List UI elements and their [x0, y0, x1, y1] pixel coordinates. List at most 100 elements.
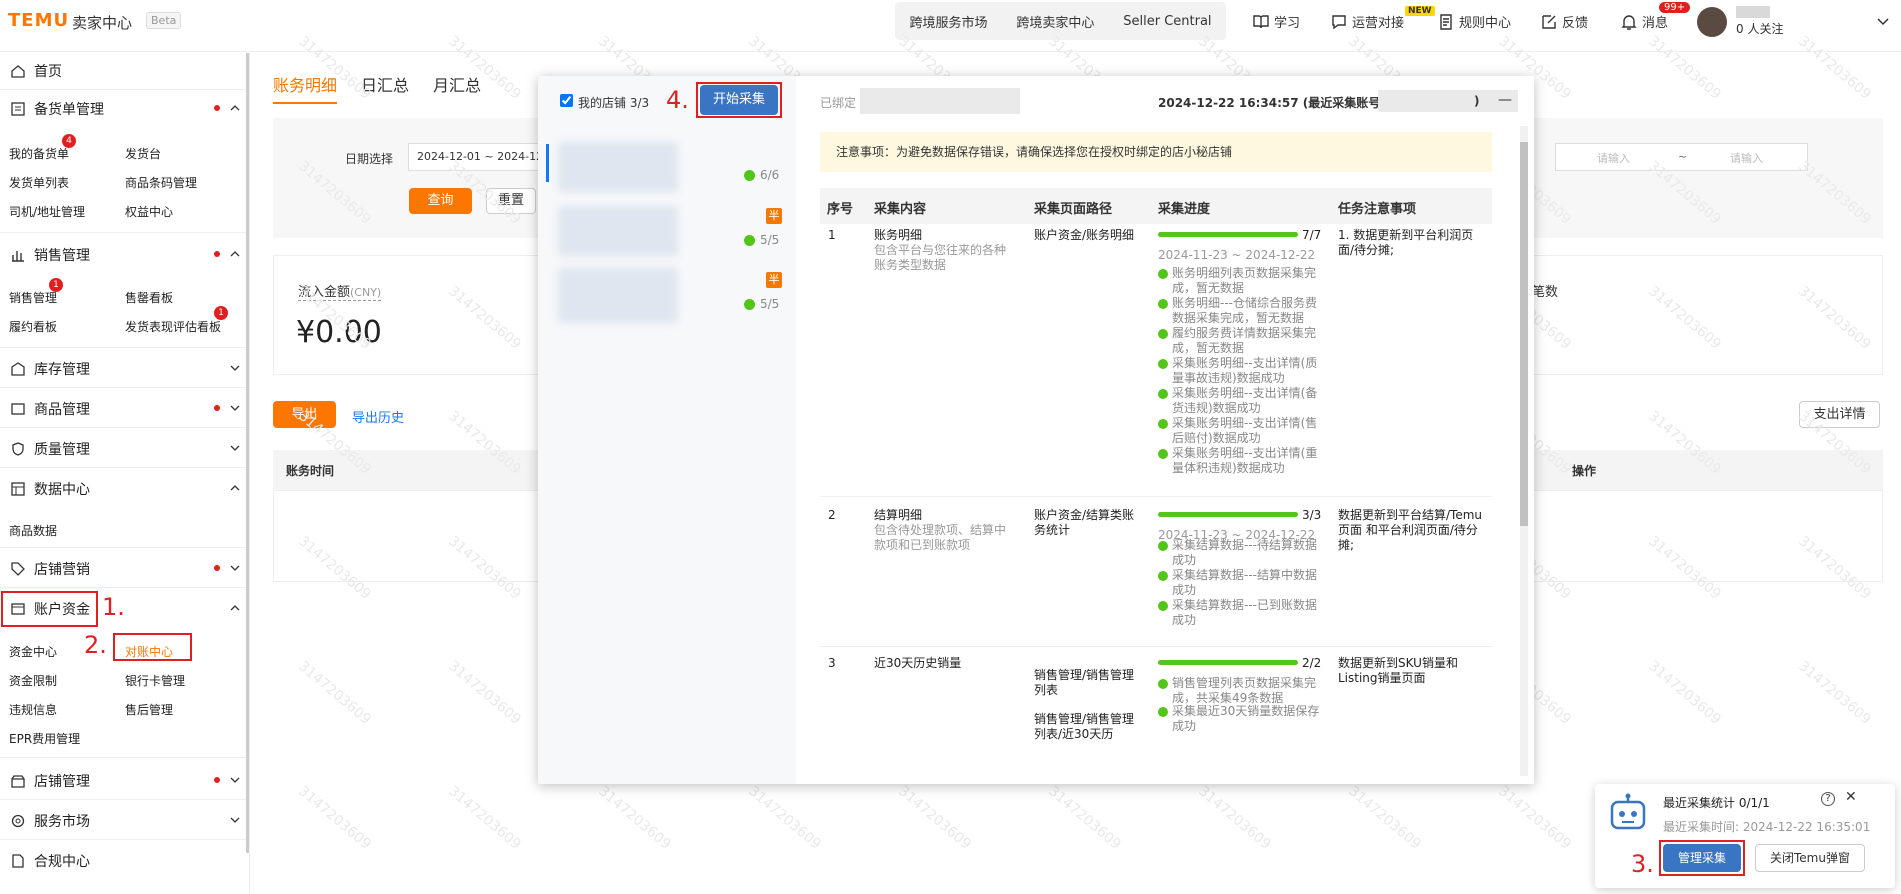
temu-logo[interactable]: TEMU [8, 10, 69, 31]
shop-redacted[interactable] [558, 268, 678, 323]
row-title: 结算明细 [874, 508, 923, 522]
link-seller-central[interactable]: Seller Central [1123, 14, 1211, 29]
sidebar-sub-sales[interactable]: 销售管理 [9, 289, 57, 306]
sidebar-sub-ship-eval[interactable]: 发货表现评估看板 [125, 318, 221, 335]
sidebar-scrollbar[interactable] [246, 53, 249, 853]
messages-link[interactable]: 消息 [1620, 12, 1668, 31]
sidebar-sub-epr[interactable]: EPR费用管理 [9, 730, 80, 747]
feedback-link[interactable]: 反馈 [1540, 12, 1588, 31]
sidebar-label: 合规中心 [34, 854, 90, 870]
reset-button[interactable]: 重置 [486, 188, 536, 214]
sidebar-item-home[interactable]: 首页 [0, 53, 246, 89]
collect-time: 2024-12-22 16:34:57 (最近采集账号: [1158, 96, 1386, 110]
alert-dot [214, 777, 220, 783]
annotation-4: 4. [666, 86, 689, 114]
start-collect-button[interactable]: 开始采集 [700, 85, 778, 115]
row-desc: 包含平台与您往来的各种账务类型数据 [874, 243, 1007, 272]
select-all-checkbox[interactable] [560, 94, 573, 107]
col-no: 序号 [827, 202, 854, 217]
manage-collect-button[interactable]: 管理采集 [1663, 844, 1741, 872]
collect-modal: 我的店铺 3/3 4. 开始采集 6/6 半 5/5 半 5/5 已绑定 202… [538, 76, 1534, 784]
step-item: 账务明细---仓储综合服务费数据采集完成，暂无数据 [1158, 296, 1326, 326]
ops-link[interactable]: 运营对接 [1330, 12, 1404, 31]
sidebar-item-goods[interactable]: 商品管理 [0, 391, 246, 427]
sidebar-item-data[interactable]: 数据中心 [0, 471, 246, 507]
sidebar-sub-goods-data[interactable]: 商品数据 [9, 522, 57, 539]
shop-redacted[interactable] [558, 206, 678, 256]
help-icon[interactable]: ? [1821, 792, 1835, 806]
chevron-down-icon [230, 777, 240, 783]
chevron-down-icon [230, 405, 240, 411]
sidebar-item-quality[interactable]: 质量管理 [0, 431, 246, 467]
modal-scroll-thumb[interactable] [1520, 142, 1528, 526]
highlight-box [113, 633, 192, 661]
close-icon[interactable]: ✕ [1845, 789, 1857, 805]
sidebar: 首页 备货单管理 我的备货单 4 发货台 发货单列表 商品条码管理 司机/地址管… [0, 53, 250, 894]
range-min-placeholder: 请输入 [1597, 152, 1630, 165]
export-button[interactable]: 导出 [273, 401, 336, 428]
sidebar-item-compliance[interactable]: 合规中心 [0, 843, 246, 879]
export-history-link[interactable]: 导出历史 [352, 407, 404, 426]
watermark-text: 3147203609 [895, 783, 974, 853]
sidebar-sub-violations[interactable]: 违规信息 [9, 701, 57, 718]
row-no: 1 [828, 228, 836, 242]
close-paren: ) [1474, 94, 1480, 108]
sidebar-sub-fund-limit[interactable]: 资金限制 [9, 672, 57, 689]
watermark-text: 3147203609 [1195, 783, 1274, 853]
col-notes: 任务注意事项 [1338, 202, 1417, 217]
tab-monthly[interactable]: 月汇总 [433, 72, 481, 96]
sidebar-sub-shipping-desk[interactable]: 发货台 [125, 145, 161, 162]
box-icon [10, 401, 26, 417]
study-label: 学习 [1274, 16, 1301, 31]
watermark-text: 3147203609 [295, 783, 374, 853]
chevron-down-icon[interactable] [1876, 14, 1890, 28]
avatar[interactable] [1697, 7, 1727, 37]
study-link[interactable]: 学习 [1252, 12, 1300, 31]
sidebar-item-shop[interactable]: 店铺管理 [0, 763, 246, 799]
step-item: 销售管理列表页数据采集完成，共采集49条数据 [1158, 676, 1326, 706]
sidebar-sub-aftersale[interactable]: 售后管理 [125, 701, 173, 718]
minimize-button[interactable]: — [1498, 92, 1512, 108]
watermark-text: 3147203609 [445, 658, 524, 728]
shop-redacted[interactable] [558, 142, 678, 192]
col-time: 账务时间 [286, 464, 335, 478]
query-button[interactable]: 查询 [409, 188, 472, 214]
sidebar-sub-soldout[interactable]: 售罄看板 [125, 289, 173, 306]
sidebar-sub-bank-card[interactable]: 银行卡管理 [125, 672, 185, 689]
row-title: 近30天历史销量 [874, 656, 962, 670]
tab-account-detail[interactable]: 账务明细 [273, 72, 338, 104]
sidebar-item-marketing[interactable]: 店铺营销 [0, 551, 246, 587]
sidebar-item-inventory[interactable]: 库存管理 [0, 351, 246, 387]
sidebar-sub-shipping-list[interactable]: 发货单列表 [9, 174, 69, 191]
tab-daily[interactable]: 日汇总 [361, 72, 409, 96]
sidebar-item-stock[interactable]: 备货单管理 [0, 91, 246, 127]
sidebar-sub-fund-center[interactable]: 资金中心 [9, 643, 57, 660]
sidebar-item-sales[interactable]: 销售管理 [0, 237, 246, 273]
warehouse-icon [10, 361, 26, 377]
sidebar-sub-driver[interactable]: 司机/地址管理 [9, 203, 85, 220]
watermark-text: 3147203609 [1495, 783, 1574, 853]
step-item: 采集账务明细--支出详情(售后赔付)数据成功 [1158, 416, 1326, 446]
date-range-input[interactable]: 2024-12-01 ~ 2024-12 [408, 143, 543, 171]
sidebar-sub-my-stock[interactable]: 我的备货单 [9, 145, 69, 162]
sidebar-label: 质量管理 [34, 442, 90, 458]
link-cross-border-market[interactable]: 跨境服务市场 [909, 12, 987, 31]
watermark-text: 3147203609 [595, 783, 674, 853]
link-cross-border-seller-center[interactable]: 跨境卖家中心 [1016, 12, 1094, 31]
row-count: 2/2 [1302, 656, 1322, 670]
close-temu-popup-button[interactable]: 关闭Temu弹窗 [1755, 844, 1865, 872]
count-label: 笔数 [1532, 285, 1559, 300]
row-path: 账户资金/账务明细 [1034, 228, 1135, 242]
sidebar-sub-rights[interactable]: 权益中心 [125, 203, 173, 220]
robot-icon [1610, 793, 1646, 830]
rules-link[interactable]: 规则中心 [1437, 12, 1511, 31]
range-separator: ~ [1678, 150, 1688, 163]
expense-detail-button[interactable]: 支出详情 [1799, 401, 1880, 428]
sidebar-sub-barcode[interactable]: 商品条码管理 [125, 174, 197, 191]
row-count: 3/3 [1302, 508, 1322, 522]
chevron-down-icon [230, 365, 240, 371]
sidebar-sub-fulfill[interactable]: 履约看板 [9, 318, 57, 335]
shop-progress: 5/5 [744, 297, 779, 311]
bell-icon [1621, 14, 1637, 30]
sidebar-item-service[interactable]: 服务市场 [0, 803, 246, 839]
